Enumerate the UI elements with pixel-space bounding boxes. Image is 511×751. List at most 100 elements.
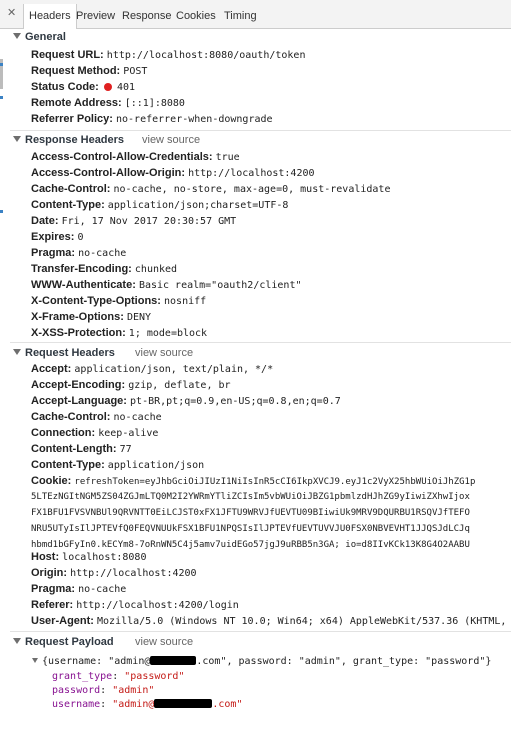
request-url-value: http://localhost:8080/oauth/token <box>106 50 306 61</box>
status-code-value: 401 <box>116 82 136 93</box>
header-key: X-XSS-Protection: <box>31 327 126 339</box>
prop-value: "admin" <box>112 685 155 696</box>
header-value: Basic realm="oauth2/client" <box>138 280 302 291</box>
header-value: nosniff <box>164 296 207 307</box>
remote-address-row: Remote Address: [::1]:8080 <box>31 97 185 110</box>
divider <box>10 342 511 343</box>
request-header-row: Connection: keep-alive <box>31 427 158 440</box>
payload-view-source-link[interactable]: view source <box>135 636 193 649</box>
header-key: Accept-Encoding: <box>31 379 126 391</box>
response-header-row: Content-Type: application/json;charset=U… <box>31 199 288 212</box>
header-key: Cache-Control: <box>31 411 111 423</box>
header-key: Access-Control-Allow-Credentials: <box>31 151 213 163</box>
header-key: Host: <box>31 551 60 563</box>
prop-key: grant_type <box>52 671 113 682</box>
payload-summary-end: .com", password: "admin", grant_type: "p… <box>196 656 492 667</box>
tab-headers[interactable]: Headers <box>23 4 77 29</box>
payload-summary-start: {username: "admin@ <box>42 656 151 667</box>
header-value: Mozilla/5.0 (Windows NT 10.0; Win64; x64… <box>97 616 511 627</box>
payload-prop-grant-type: grant_type: "password" <box>52 671 185 682</box>
status-error-dot-icon <box>103 83 112 91</box>
request-headers-header[interactable]: Request Headers <box>13 347 115 360</box>
expand-triangle-icon[interactable] <box>13 349 21 355</box>
request-header-row: Cache-Control: no-cache <box>31 411 162 424</box>
redaction-mark <box>154 699 213 708</box>
request-headers-title: Request Headers <box>25 347 115 359</box>
remote-address-key: Remote Address: <box>31 97 122 109</box>
response-header-row: Access-Control-Allow-Credentials: true <box>31 151 240 164</box>
header-key: User-Agent: <box>31 615 94 627</box>
divider <box>10 631 511 632</box>
response-header-row: X-Frame-Options: DENY <box>31 311 151 324</box>
header-value: no-cache <box>78 248 127 259</box>
response-headers-header[interactable]: Response Headers <box>13 134 124 147</box>
header-value: pt-BR,pt;q=0.9,en-US;q=0.8,en;q=0.7 <box>130 396 341 407</box>
header-value: 77 <box>119 444 132 455</box>
request-header-row: Referer: http://localhost:4200/login <box>31 599 239 612</box>
response-header-row: X-XSS-Protection: 1; mode=block <box>31 327 207 340</box>
request-method-key: Request Method: <box>31 65 121 77</box>
header-value: application/json;charset=UTF-8 <box>107 200 289 211</box>
prop-key: username <box>52 699 101 710</box>
request-url-row: Request URL: http://localhost:8080/oauth… <box>31 49 305 62</box>
header-key: Pragma: <box>31 583 76 595</box>
request-view-source-link[interactable]: view source <box>135 347 193 360</box>
header-value: true <box>215 152 240 163</box>
tab-preview[interactable]: Preview <box>76 10 115 22</box>
request-method-value: POST <box>123 66 148 77</box>
header-value: localhost:8080 <box>62 552 147 563</box>
close-icon[interactable]: ✕ <box>7 8 16 19</box>
header-value: application/json <box>107 460 205 471</box>
response-view-source-link[interactable]: view source <box>142 134 200 147</box>
header-key: X-Content-Type-Options: <box>31 295 161 307</box>
expand-triangle-icon[interactable] <box>13 136 21 142</box>
status-code-row: Status Code: 401 <box>31 81 135 94</box>
gutter-marker <box>0 96 3 99</box>
header-key: Accept-Language: <box>31 395 127 407</box>
payload-prop-username: username: "admin@ .com" <box>52 699 243 710</box>
request-payload-header[interactable]: Request Payload <box>13 636 114 649</box>
request-header-row: User-Agent: Mozilla/5.0 (Windows NT 10.0… <box>31 615 511 628</box>
expand-triangle-icon[interactable] <box>13 638 21 644</box>
header-key: Connection: <box>31 427 96 439</box>
tab-bar: ✕ Headers Preview Response Cookies Timin… <box>0 0 511 29</box>
request-header-row: Content-Type: application/json <box>31 459 204 472</box>
header-key: Access-Control-Allow-Origin: <box>31 167 186 179</box>
response-header-row: WWW-Authenticate: Basic realm="oauth2/cl… <box>31 279 302 292</box>
response-header-row: Expires: 0 <box>31 231 84 244</box>
payload-summary[interactable]: {username: "admin@ .com", password: "admi… <box>32 655 491 668</box>
header-value: no-cache <box>78 584 127 595</box>
header-value: http://localhost:4200/login <box>76 600 239 611</box>
referrer-policy-row: Referrer Policy: no-referrer-when-downgr… <box>31 113 273 126</box>
redaction-mark <box>150 656 197 665</box>
referrer-policy-key: Referrer Policy: <box>31 113 113 125</box>
referrer-policy-value: no-referrer-when-downgrade <box>116 114 273 125</box>
request-url-key: Request URL: <box>31 49 104 61</box>
request-header-row: Origin: http://localhost:4200 <box>31 567 197 580</box>
divider <box>10 130 511 131</box>
header-key: Expires: <box>31 231 75 243</box>
remote-address-value: [::1]:8080 <box>124 98 185 109</box>
request-header-row: Accept-Language: pt-BR,pt;q=0.9,en-US;q=… <box>31 395 341 408</box>
header-key: Content-Length: <box>31 443 117 455</box>
request-header-row: Accept: application/json, text/plain, */… <box>31 363 273 376</box>
header-key: Referer: <box>31 599 74 611</box>
header-value: no-cache <box>113 412 162 423</box>
request-payload-title: Request Payload <box>25 636 114 648</box>
expand-triangle-icon[interactable] <box>13 33 21 39</box>
tab-timing[interactable]: Timing <box>224 10 257 22</box>
header-value: application/json, text/plain, */* <box>74 364 274 375</box>
collapse-triangle-icon[interactable] <box>32 658 38 663</box>
prop-key: password <box>52 685 101 696</box>
header-value: gzip, deflate, br <box>128 380 231 391</box>
cookie-row: Cookie: refreshToken=eyJhbGciOiJIUzI1NiI… <box>31 475 475 489</box>
general-header[interactable]: General <box>13 31 66 44</box>
tab-response[interactable]: Response <box>122 10 172 22</box>
header-value: 0 <box>77 232 84 243</box>
payload-prop-password: password: "admin" <box>52 685 155 696</box>
header-key: Transfer-Encoding: <box>31 263 132 275</box>
tab-cookies[interactable]: Cookies <box>176 10 216 22</box>
cookie-continuation-line: FX1BFU1FVSVNBUl9QRVNTT0EiLCJST0xFX1JFTU9… <box>31 508 470 518</box>
header-key: Cache-Control: <box>31 183 111 195</box>
header-key: Origin: <box>31 567 68 579</box>
